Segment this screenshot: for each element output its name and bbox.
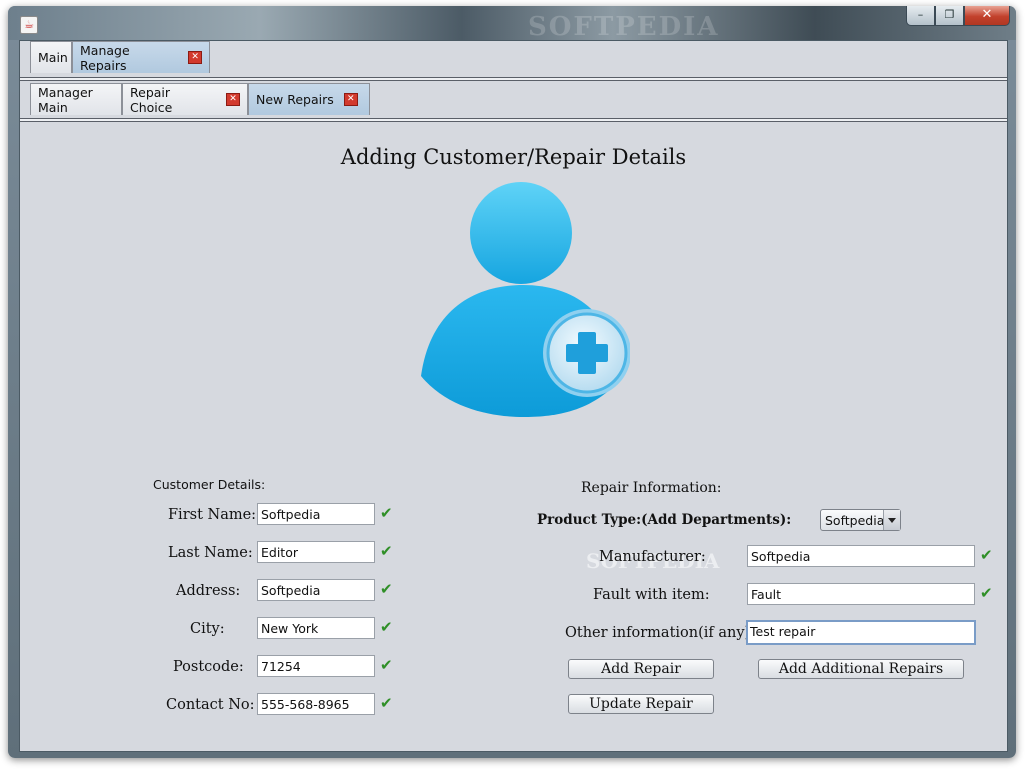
check-icon: ✔	[380, 656, 393, 674]
check-icon: ✔	[380, 542, 393, 560]
check-icon: ✔	[980, 584, 993, 602]
tab-close-icon[interactable]: ✕	[188, 51, 202, 64]
other-info-label: Other information(if any):	[565, 625, 756, 641]
postcode-label: Postcode:	[173, 659, 244, 675]
fault-field[interactable]: Fault	[747, 583, 975, 605]
postcode-field[interactable]: 71254	[257, 655, 375, 677]
product-type-value: Softpedia	[825, 513, 885, 528]
first-name-field[interactable]: Softpedia	[257, 503, 375, 525]
title-watermark: SOFTPEDIA	[528, 12, 720, 42]
tab-label: Manage Repairs	[80, 42, 130, 73]
sub-tab-bar: Manager Main Repair Choice ✕ New Repairs…	[20, 83, 1007, 122]
manufacturer-label: Manufacturer:	[599, 549, 706, 565]
check-icon: ✔	[380, 580, 393, 598]
add-additional-repairs-button[interactable]: Add Additional Repairs	[758, 659, 964, 679]
last-name-field[interactable]: Editor	[257, 541, 375, 563]
city-label: City:	[190, 621, 225, 637]
tab-close-icon[interactable]: ✕	[343, 93, 358, 106]
address-label: Address:	[176, 583, 241, 599]
contact-no-label: Contact No:	[166, 697, 255, 713]
window-controls: – ❐ ✕	[906, 6, 1010, 26]
product-type-select[interactable]: Softpedia	[820, 509, 901, 531]
java-app-icon[interactable]: ☕	[20, 16, 38, 34]
tab-manage-repairs[interactable]: Manage Repairs ✕	[72, 41, 210, 73]
content-panel: Main Manage Repairs ✕ Manager Main Repai…	[19, 40, 1008, 752]
product-type-label: Product Type:(Add Departments):	[537, 512, 792, 528]
last-name-label: Last Name:	[168, 545, 253, 561]
update-repair-button[interactable]: Update Repair	[568, 694, 714, 714]
tab-repair-choice[interactable]: Repair Choice ✕	[122, 83, 248, 115]
tab-label: Main	[38, 50, 68, 65]
fault-label: Fault with item:	[593, 587, 710, 603]
minimize-button[interactable]: –	[906, 6, 935, 26]
tab-new-repairs[interactable]: New Repairs ✕	[248, 83, 370, 115]
customer-section-label: Customer Details:	[153, 477, 266, 492]
page-title: Adding Customer/Repair Details	[340, 145, 687, 169]
close-button[interactable]: ✕	[964, 6, 1010, 26]
chevron-down-icon[interactable]	[883, 510, 900, 530]
tab-label: Repair Choice	[130, 84, 173, 115]
tab-close-icon[interactable]: ✕	[226, 93, 240, 106]
check-icon: ✔	[380, 618, 393, 636]
check-icon: ✔	[380, 504, 393, 522]
first-name-label: First Name:	[168, 507, 257, 523]
manufacturer-field[interactable]: Softpedia	[747, 545, 975, 567]
address-field[interactable]: Softpedia	[257, 579, 375, 601]
add-repair-button[interactable]: Add Repair	[568, 659, 714, 679]
main-tab-bar: Main Manage Repairs ✕	[20, 41, 1007, 81]
app-window: ☕ SOFTPEDIA – ❐ ✕ Main Manage Repairs ✕ …	[8, 6, 1016, 758]
contact-no-field[interactable]: 555-568-8965	[257, 693, 375, 715]
tab-manager-main[interactable]: Manager Main	[30, 83, 122, 115]
add-user-icon	[421, 182, 630, 417]
other-info-field[interactable]: Test repair	[746, 620, 976, 645]
maximize-button[interactable]: ❐	[935, 6, 964, 26]
city-field[interactable]: New York	[257, 617, 375, 639]
tab-main[interactable]: Main	[30, 41, 72, 73]
tab-label: New Repairs	[256, 92, 334, 107]
title-bar[interactable]: ☕ SOFTPEDIA – ❐ ✕	[8, 6, 1016, 42]
check-icon: ✔	[380, 694, 393, 712]
tab-label: Manager Main	[38, 84, 93, 115]
check-icon: ✔	[980, 546, 993, 564]
repair-section-label: Repair Information:	[581, 480, 722, 496]
